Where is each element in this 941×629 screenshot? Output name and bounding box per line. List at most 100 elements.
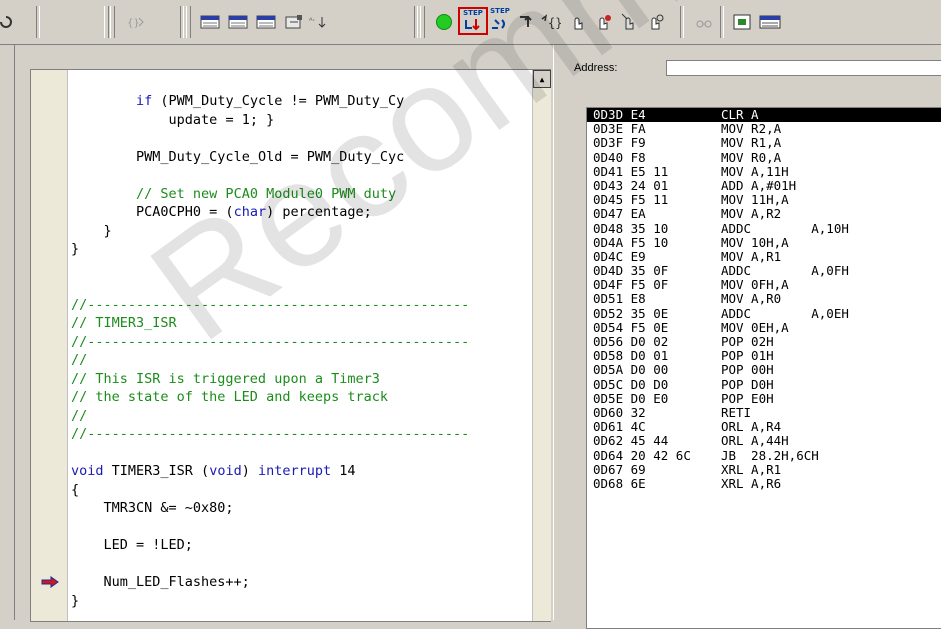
code-line[interactable]: if (PWM_Duty_Cycle != PWM_Duty_Cy (71, 92, 404, 110)
disassembly-row[interactable]: 0D51 E8 MOV A,R0 (593, 292, 941, 306)
enable-breakpoint-icon[interactable] (618, 10, 642, 34)
code-line[interactable]: } (71, 240, 79, 258)
code-keyword: interrupt (257, 463, 332, 479)
code-line[interactable]: PCA0CPH0 = (char) percentage; (71, 203, 372, 221)
disassembly-row[interactable]: 0D54 F5 0E MOV 0EH,A (593, 319, 941, 335)
code-line[interactable]: LED = !LED; (71, 536, 193, 554)
code-line[interactable]: void TIMER3_ISR (void) interrupt 14 (71, 462, 356, 480)
disassembly-row[interactable]: 0D4F F5 0F MOV 0FH,A (593, 278, 941, 292)
source-pane: if (PWM_Duty_Cycle != PWM_Duty_Cy update… (0, 45, 553, 622)
disassembly-row[interactable]: 0D5C D0 D0 POP D0H (593, 376, 941, 392)
chip-icon[interactable] (730, 10, 754, 34)
instruction-bytes: F5 0E (630, 319, 721, 335)
disassembly-listing[interactable]: 0D3D E4 CLR A 0D3E FA MOV R2,A 0D3F F9 MOV… (586, 107, 941, 629)
disassembly-row[interactable]: 0D43 24 01 ADD A,#01H (593, 178, 941, 193)
instruction-bytes: D0 01 (630, 348, 721, 364)
run-icon[interactable] (432, 10, 456, 34)
disassembly-row[interactable]: 0D5E D0 E0 POP E0H (593, 391, 941, 406)
disassembly-row[interactable]: 0D52 35 0E ADDC A,0EH (593, 305, 941, 321)
code-line[interactable]: // (71, 351, 87, 369)
address-input[interactable] (666, 60, 941, 76)
file-icon[interactable] (758, 10, 782, 34)
instruction-bytes: E5 11 (630, 163, 721, 179)
code-line[interactable]: //--------------------------------------… (71, 425, 469, 443)
disassembly-row[interactable]: 0D56 D0 02 POP 02H (593, 334, 941, 349)
code-line[interactable]: // Set new PCA0 Module0 PWM duty (71, 185, 396, 203)
code-comment: // (71, 407, 88, 424)
disassembly-row[interactable]: 0D40 F8 MOV R0,A (593, 150, 941, 165)
disassembly-row[interactable]: 0D3F F9 MOV R1,A (593, 136, 941, 150)
code-line[interactable]: // (71, 407, 87, 425)
instruction-bytes: F5 11 (630, 192, 721, 208)
debug-toolbar: {} ᴬ· STEP STEP {} (0, 0, 941, 45)
source-editor[interactable]: if (PWM_Duty_Cycle != PWM_Duty_Cy update… (30, 69, 551, 622)
disassembly-row[interactable]: 0D61 4C ORL A,R4 (593, 420, 941, 434)
sort-icon[interactable]: ᴬ· (306, 10, 330, 34)
disassembly-row[interactable]: 0D4A F5 10 MOV 10H,A (593, 235, 941, 250)
watch-window-icon[interactable] (226, 10, 250, 34)
code-line[interactable]: //--------------------------------------… (71, 296, 469, 314)
disassembly-row[interactable]: 0D62 45 44 ORL A,44H (593, 434, 941, 448)
editor-margin[interactable] (31, 70, 68, 621)
disassembly-row[interactable]: 0D5A D0 00 POP 00H (593, 363, 941, 377)
code-line[interactable]: // This ISR is triggered upon a Timer3 (71, 370, 380, 388)
disassembly-icon[interactable] (282, 10, 306, 34)
step-over-icon (492, 19, 505, 29)
disassembly-row-selected[interactable]: 0D3D E4 CLR A (587, 108, 941, 123)
instruction-address: 0D51 (593, 291, 631, 307)
disassembly-row[interactable]: 0D58 D0 01 POP 01H (593, 349, 941, 363)
disassembly-lines[interactable]: 0D3D E4 CLR A 0D3E FA MOV R2,A 0D3F F9 MOV… (587, 108, 941, 491)
memory-window-icon[interactable] (198, 10, 222, 34)
instruction-mnemonic: MOV R2,A (720, 121, 782, 137)
run-to-cursor-icon[interactable]: {} (538, 10, 562, 34)
code-line[interactable]: } (71, 592, 79, 610)
run-indicator (436, 14, 452, 30)
breakpoint-list-icon[interactable]: {} (124, 10, 148, 34)
code-line[interactable]: PWM_Duty_Cycle_Old = PWM_Duty_Cyc (71, 148, 404, 166)
code-token: 14 (331, 463, 356, 479)
code-line[interactable]: // the state of the LED and keeps track (71, 388, 388, 406)
step-out-icon[interactable] (514, 10, 538, 34)
instruction-address: 0D58 (593, 348, 631, 364)
disassembly-row[interactable]: 0D47 EA MOV A,R2 (593, 207, 941, 221)
disassembly-row[interactable]: 0D45 F5 11 MOV 11H,A (593, 193, 941, 207)
disassembly-row[interactable]: 0D68 6E XRL A,R6 (593, 476, 941, 491)
source-vertical-scrollbar[interactable]: ▲ (532, 70, 551, 621)
disassembly-row[interactable]: 0D3E FA MOV R2,A (593, 122, 941, 136)
scroll-up-arrow-icon[interactable]: ▲ (533, 70, 551, 88)
reset-icon[interactable] (0, 10, 18, 34)
source-pane-gutter (0, 45, 15, 620)
disassembly-row[interactable]: 0D41 E5 11 MOV A,11H (593, 163, 941, 179)
code-token: TMR3CN &= ~0x80; (103, 500, 234, 516)
code-line[interactable]: Num_LED_Flashes++; (71, 573, 250, 591)
disable-breakpoint-icon[interactable] (644, 10, 668, 34)
code-line[interactable]: } (71, 222, 112, 240)
watch-glasses-icon[interactable] (692, 10, 716, 34)
disassembly-row[interactable]: 0D64 20 42 6C JB 28.2H,6CH (593, 447, 941, 463)
instruction-mnemonic: MOV A,R1 (720, 248, 782, 264)
instruction-bytes: 35 0E (630, 305, 721, 321)
disassembly-row[interactable]: 0D60 32 RETI (593, 405, 941, 420)
instruction-mnemonic: POP D0H (720, 376, 774, 392)
code-comment: //--------------------------------------… (71, 296, 470, 313)
code-line[interactable]: update = 1; } (71, 111, 275, 129)
remove-breakpoint-icon[interactable] (592, 10, 616, 34)
step-into-button[interactable]: STEP (458, 7, 488, 35)
disassembly-row[interactable]: 0D4D 35 0F ADDC A,0FH (593, 263, 941, 278)
registers-icon[interactable] (254, 10, 278, 34)
step-into-icon (465, 19, 480, 31)
step-over-button[interactable]: STEP (488, 7, 512, 35)
code-line[interactable]: { (71, 481, 79, 499)
insert-breakpoint-icon[interactable] (566, 10, 590, 34)
code-line[interactable]: // TIMER3_ISR (71, 314, 177, 332)
disassembly-row[interactable]: 0D67 69 XRL A,R1 (593, 462, 941, 477)
instruction-mnemonic: MOV 0FH,A (720, 277, 789, 293)
instruction-address: 0D3F (593, 135, 631, 151)
code-line[interactable]: //--------------------------------------… (71, 333, 469, 351)
instruction-mnemonic: JB 28.2H,6CH (720, 447, 819, 463)
code-line[interactable]: TMR3CN &= ~0x80; (71, 499, 234, 517)
disassembly-row[interactable]: 0D4C E9 MOV A,R1 (593, 248, 941, 264)
disassembly-row[interactable]: 0D48 35 10 ADDC A,10H (593, 221, 941, 236)
